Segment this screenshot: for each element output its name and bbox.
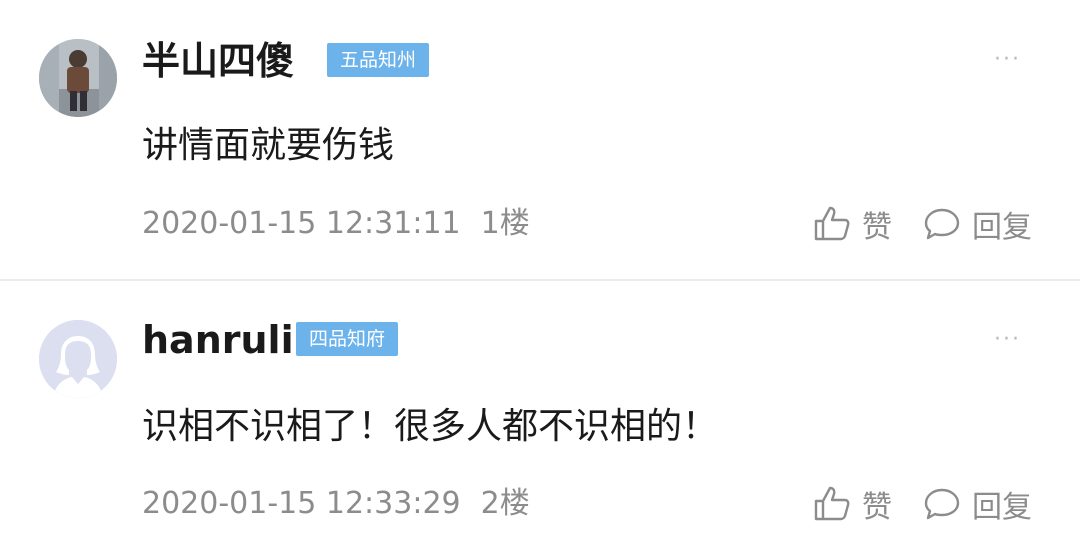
comment-text: 识相不识相了！很多人都不识相的！ (142, 406, 719, 447)
reply-label: 回复 (972, 210, 1032, 245)
floor-number: 2楼 (480, 486, 530, 521)
speech-bubble-icon (924, 208, 960, 240)
comment-text: 讲情面就要伤钱 (142, 125, 395, 166)
username[interactable]: hanruli (142, 319, 294, 361)
more-dots-icon[interactable]: ··· (994, 49, 1021, 71)
reply-label: 回复 (972, 490, 1032, 525)
floor-number: 1楼 (480, 206, 530, 241)
comment-item: hanruli 四品知府 ··· 识相不识相了！很多人都不识相的！ 2020-0… (0, 281, 1080, 558)
like-button[interactable]: 赞 (812, 484, 892, 525)
more-dots-icon[interactable]: ··· (994, 329, 1021, 351)
thumbs-up-icon (814, 486, 850, 521)
user-photo-icon (39, 39, 117, 117)
timestamp: 2020-01-15 12:33:29 (142, 486, 461, 521)
timestamp: 2020-01-15 12:31:11 (142, 206, 461, 241)
comment-meta: 2020-01-15 12:33:29 2楼 (142, 486, 530, 522)
like-label: 赞 (862, 490, 892, 525)
username[interactable]: 半山四傻 (142, 40, 294, 82)
default-avatar-icon (39, 320, 117, 398)
avatar[interactable] (39, 320, 117, 398)
rank-badge: 四品知府 (296, 322, 399, 356)
reply-button[interactable]: 回复 (922, 204, 1032, 245)
thumbs-up-icon (814, 206, 850, 241)
comment-meta: 2020-01-15 12:31:11 1楼 (142, 206, 530, 242)
like-label: 赞 (862, 210, 892, 245)
avatar[interactable] (39, 39, 117, 117)
reply-button[interactable]: 回复 (922, 484, 1032, 525)
like-button[interactable]: 赞 (812, 204, 892, 245)
rank-badge: 五品知州 (327, 43, 430, 77)
speech-bubble-icon (924, 488, 960, 520)
comment-item: 半山四傻 五品知州 ··· 讲情面就要伤钱 2020-01-15 12:31:1… (0, 0, 1080, 279)
